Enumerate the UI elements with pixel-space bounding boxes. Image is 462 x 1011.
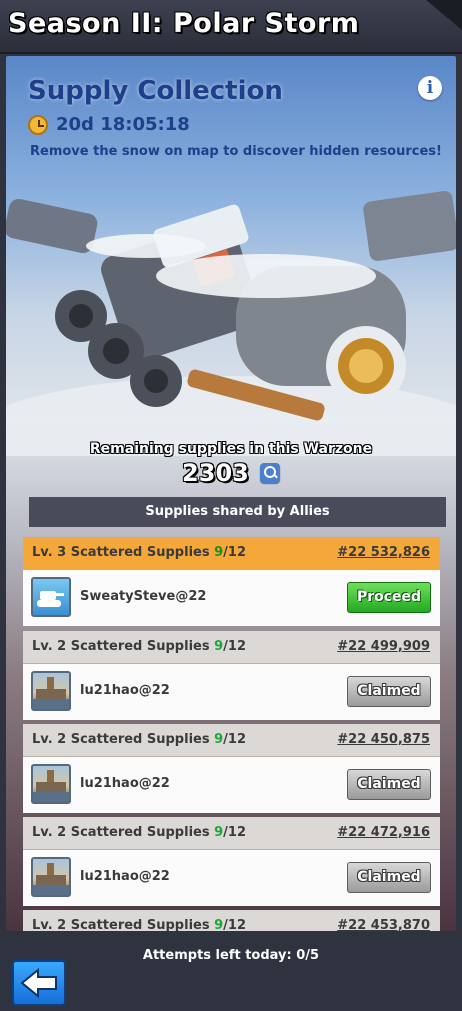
snowy-machine-illustration	[6, 191, 456, 456]
city-avatar-icon	[33, 677, 69, 709]
player-avatar	[31, 857, 71, 897]
city-avatar-icon	[33, 770, 69, 802]
supply-card-body: lu21hao@22 Claimed	[23, 850, 440, 906]
supply-level: Lv. 2 Scattered Supplies 9/12	[32, 639, 246, 654]
supply-card-header: Lv. 2 Scattered Supplies 9/12 #22 453,87…	[23, 910, 440, 931]
supply-count: 9	[214, 918, 224, 931]
supply-level: Lv. 2 Scattered Supplies 9/12	[32, 918, 246, 931]
claimed-button[interactable]: Claimed	[347, 769, 431, 800]
bottom-bar	[0, 931, 462, 1011]
player-name: lu21hao@22	[80, 683, 170, 698]
player-avatar	[31, 671, 71, 711]
supply-card-body: SweatySteve@22 Proceed	[23, 570, 440, 626]
proceed-button[interactable]: Proceed	[347, 582, 431, 613]
supply-card-header: Lv. 3 Scattered Supplies 9/12 #22 532,82…	[23, 537, 440, 570]
top-bar: Season II: Polar Storm	[0, 0, 462, 54]
supply-card: Lv. 2 Scattered Supplies 9/12 #22 472,91…	[23, 817, 440, 906]
supply-card-header: Lv. 2 Scattered Supplies 9/12 #22 450,87…	[23, 724, 440, 757]
supply-count: 9	[214, 639, 224, 654]
supply-card: Lv. 2 Scattered Supplies 9/12 #22 499,90…	[23, 631, 440, 720]
player-avatar	[31, 577, 71, 617]
supply-level: Lv. 2 Scattered Supplies 9/12	[32, 825, 246, 840]
supply-card-header: Lv. 2 Scattered Supplies 9/12 #22 499,90…	[23, 631, 440, 664]
clock-icon	[28, 114, 48, 135]
event-title: Supply Collection	[28, 76, 283, 106]
supply-coordinates-link[interactable]: #22 532,826	[337, 545, 430, 560]
back-button[interactable]	[12, 960, 66, 1006]
supply-count: 9	[214, 732, 224, 747]
attempts-left: Attempts left today: 0/5	[142, 948, 320, 963]
supply-count: 9	[214, 545, 224, 560]
player-name: lu21hao@22	[80, 869, 170, 884]
player-name: SweatySteve@22	[80, 589, 207, 604]
supply-coordinates-link[interactable]: #22 450,875	[337, 732, 430, 747]
supply-coordinates-link[interactable]: #22 453,870	[337, 918, 430, 931]
remaining-supplies-value: 2303	[182, 459, 249, 487]
player-avatar	[31, 764, 71, 804]
supply-card: Lv. 2 Scattered Supplies 9/12 #22 453,87…	[23, 910, 440, 931]
supply-card-body: lu21hao@22 Claimed	[23, 757, 440, 813]
event-timer: 20d 18:05:18	[28, 114, 190, 135]
timer-text: 20d 18:05:18	[56, 114, 190, 135]
remaining-supplies: 2303	[6, 459, 456, 487]
supply-card: Lv. 2 Scattered Supplies 9/12 #22 450,87…	[23, 724, 440, 813]
supply-list: Lv. 3 Scattered Supplies 9/12 #22 532,82…	[23, 537, 440, 931]
supply-count: 9	[214, 825, 224, 840]
remaining-supplies-label: Remaining supplies in this Warzone	[89, 441, 373, 457]
player-name: lu21hao@22	[80, 776, 170, 791]
supply-card-header: Lv. 2 Scattered Supplies 9/12 #22 472,91…	[23, 817, 440, 850]
info-icon[interactable]: i	[418, 76, 442, 100]
tank-icon	[37, 591, 64, 607]
event-description: Remove the snow on map to discover hidde…	[30, 144, 442, 159]
season-title: Season II: Polar Storm	[8, 8, 360, 39]
corner-notch	[426, 0, 462, 30]
claimed-button[interactable]: Claimed	[347, 676, 431, 707]
back-arrow-icon	[20, 967, 57, 999]
allies-section-header: Supplies shared by Allies	[29, 497, 446, 527]
supply-card: Lv. 3 Scattered Supplies 9/12 #22 532,82…	[23, 537, 440, 626]
supply-coordinates-link[interactable]: #22 499,909	[337, 639, 430, 654]
search-icon[interactable]	[259, 463, 280, 483]
claimed-button[interactable]: Claimed	[347, 862, 431, 893]
supply-card-body: lu21hao@22 Claimed	[23, 664, 440, 720]
city-avatar-icon	[33, 863, 69, 895]
supply-level: Lv. 3 Scattered Supplies 9/12	[32, 545, 246, 560]
supply-level: Lv. 2 Scattered Supplies 9/12	[32, 732, 246, 747]
supply-coordinates-link[interactable]: #22 472,916	[337, 825, 430, 840]
